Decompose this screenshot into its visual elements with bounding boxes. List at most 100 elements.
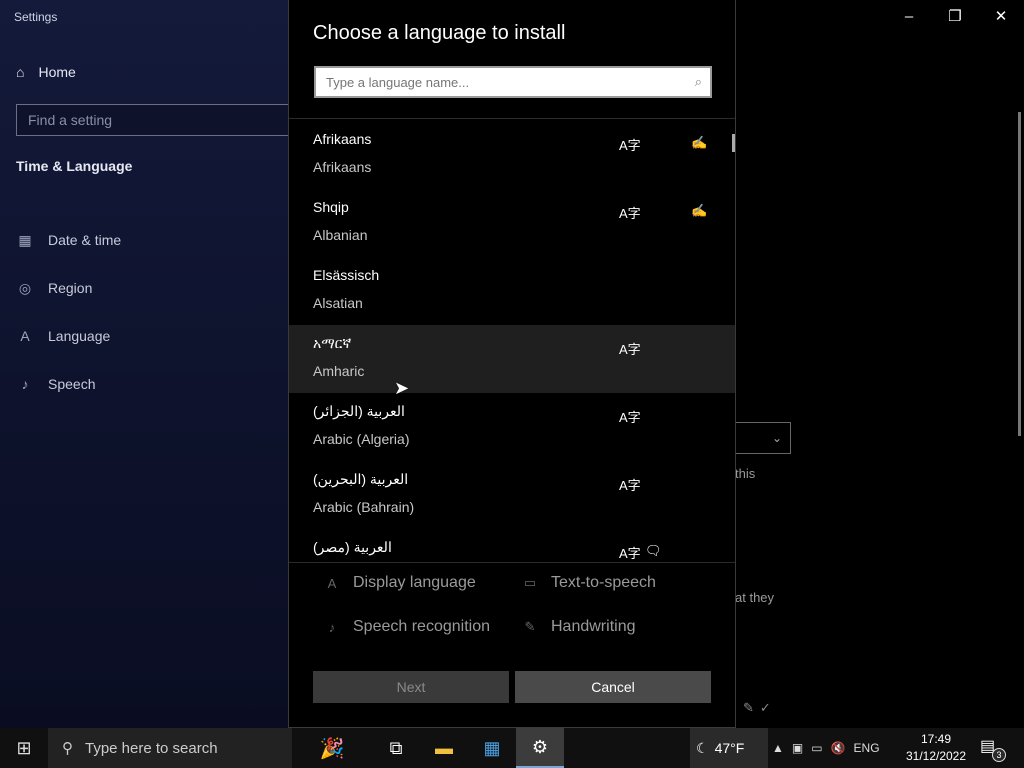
language-row[interactable]: Shqip Albanian A字 ✍ xyxy=(289,189,735,257)
divider xyxy=(289,562,735,563)
language-english-name: Arabic (Algeria) xyxy=(313,431,410,447)
nav-item-label: Region xyxy=(48,280,93,296)
language-icon: A xyxy=(20,328,30,344)
legend-label: Text-to-speech xyxy=(551,574,656,591)
volume-muted-icon[interactable]: 🔇 xyxy=(831,741,846,755)
language-search-box[interactable]: ⌕ xyxy=(314,66,712,98)
text-to-speech-icon: 🗨 xyxy=(645,543,662,558)
weather-moon-icon: ☾ xyxy=(696,739,709,756)
language-english-name: Alsatian xyxy=(313,295,363,311)
language-native-name: Afrikaans xyxy=(313,131,372,147)
legend-label: Display language xyxy=(353,574,476,591)
gear-icon: ⚙ xyxy=(531,736,549,757)
nav-item-label: Date & time xyxy=(48,232,122,248)
folder-icon: ▬ xyxy=(435,737,453,758)
nav-item-region[interactable]: ◎ Region xyxy=(16,264,121,312)
settings-scrollbar[interactable] xyxy=(1018,112,1021,436)
dialog-title: Choose a language to install xyxy=(313,22,566,44)
language-row[interactable]: አማርኛ Amharic A字 xyxy=(289,325,735,393)
chevron-up-icon[interactable]: ▲ xyxy=(772,741,784,755)
language-search-input[interactable] xyxy=(326,74,656,90)
temperature: 47°F xyxy=(714,740,745,756)
language-native-name: Shqip xyxy=(313,199,349,215)
language-row[interactable]: Afrikaans Afrikaans A字 ✍ xyxy=(289,121,735,189)
nav-item-language[interactable]: A Language xyxy=(16,312,121,360)
handwriting-icon: ✍ xyxy=(691,203,708,218)
language-english-name: Amharic xyxy=(313,363,365,379)
background-dropdown[interactable]: ⌄ xyxy=(735,422,791,454)
language-row[interactable]: العربية (البحرين) Arabic (Bahrain) A字 xyxy=(289,461,735,529)
meet-now-icon[interactable]: ▣ xyxy=(792,741,803,755)
display-language-icon: A xyxy=(327,575,337,591)
nav-item-date-time[interactable]: ▦ Date & time xyxy=(16,216,121,264)
notification-count: 3 xyxy=(992,748,1006,762)
close-button[interactable]: ✕ xyxy=(978,0,1024,32)
input-language[interactable]: ENG xyxy=(854,741,880,755)
language-english-name: Albanian xyxy=(313,227,368,243)
settings-app-button[interactable]: ⚙ xyxy=(516,728,564,768)
search-icon[interactable]: ⌕ xyxy=(695,74,702,90)
network-icon[interactable]: ▭ xyxy=(811,741,822,755)
language-native-name: العربية (مصر) xyxy=(313,539,392,555)
display-language-icon: A字 xyxy=(619,138,641,153)
section-title: Time & Language xyxy=(16,158,133,174)
find-setting-input[interactable]: Find a setting xyxy=(16,104,292,136)
file-explorer-button[interactable]: ▬ xyxy=(420,728,468,768)
clock-time: 17:49 xyxy=(920,732,952,746)
background-text: this xyxy=(735,466,756,481)
clock[interactable]: 17:49 31/12/2022 xyxy=(900,731,972,765)
taskbar: ⊞ ⚲ Type here to search 🎉 ⧉ ▬ ▦ ⚙ ☾ 47°F… xyxy=(0,728,1024,768)
search-icon: ⚲ xyxy=(62,740,73,757)
cancel-button[interactable]: Cancel xyxy=(515,671,711,703)
legend-speech-recognition: ♪ Speech recognition xyxy=(325,618,490,636)
start-icon: ⊞ xyxy=(16,737,32,758)
display-language-icon: A字 xyxy=(619,410,641,425)
nav-home-label: Home xyxy=(38,64,76,80)
divider xyxy=(289,118,735,119)
nav-list: ▦ Date & time ◎ Region A Language ♪ Spee… xyxy=(16,216,121,408)
calendar-clock-icon: ▦ xyxy=(18,231,32,248)
text-to-speech-icon: ▭ xyxy=(523,575,537,590)
microphone-icon: ♪ xyxy=(328,619,336,635)
display-language-icon: A字 xyxy=(619,206,641,221)
minimize-button[interactable]: – xyxy=(886,0,932,32)
chevron-down-icon: ⌄ xyxy=(771,431,782,445)
language-native-name: Elsässisch xyxy=(313,267,380,283)
display-language-icon: A字 xyxy=(619,478,641,493)
language-native-name: العربية (الجزائر) xyxy=(313,403,405,419)
language-row[interactable]: Elsässisch Alsatian xyxy=(289,257,735,325)
legend-display-language: A Display language xyxy=(325,574,476,592)
restore-button[interactable]: ❐ xyxy=(932,0,978,32)
handwriting-icon: ✍ xyxy=(691,135,708,150)
start-button[interactable]: ⊞ xyxy=(0,728,48,768)
task-view-button[interactable]: ⧉ xyxy=(372,728,420,768)
display-language-icon: A字 xyxy=(619,546,641,561)
mouse-cursor-icon: ➤ xyxy=(394,378,410,398)
clock-date: 31/12/2022 xyxy=(905,749,967,763)
nav-item-speech[interactable]: ♪ Speech xyxy=(16,360,121,408)
handwriting-icon: ✎ xyxy=(524,619,536,634)
window-controls: – ❐ ✕ xyxy=(886,0,1024,32)
home-icon: ⌂ xyxy=(16,64,25,80)
language-row[interactable]: العربية (مصر) A字 🗨 xyxy=(289,529,735,561)
settings-sidebar: Settings ⌂ Home Find a setting Time & La… xyxy=(0,0,292,728)
next-button[interactable]: Next xyxy=(313,671,509,703)
system-tray: ▲ ▣ ▭ 🔇 ENG xyxy=(772,728,880,768)
language-row[interactable]: العربية (الجزائر) Arabic (Algeria) A字 xyxy=(289,393,735,461)
background-feature-icons: ✎✓ xyxy=(743,700,777,715)
language-native-name: አማርኛ xyxy=(313,335,352,351)
legend-handwriting: ✎ Handwriting xyxy=(523,618,636,636)
search-highlight-icon[interactable]: 🎉 xyxy=(292,728,372,768)
nav-home[interactable]: ⌂ Home xyxy=(16,64,76,80)
language-list-scrollbar[interactable] xyxy=(732,134,735,152)
nav-item-label: Speech xyxy=(48,376,96,392)
nav-item-label: Language xyxy=(48,328,111,344)
weather-widget[interactable]: ☾ 47°F xyxy=(690,728,768,768)
store-icon: ▦ xyxy=(483,737,501,758)
taskbar-search-placeholder: Type here to search xyxy=(85,739,218,757)
globe-icon: ◎ xyxy=(18,279,32,296)
taskbar-search[interactable]: ⚲ Type here to search xyxy=(48,728,292,768)
store-button[interactable]: ▦ xyxy=(468,728,516,768)
language-english-name: Arabic (Bahrain) xyxy=(313,499,415,515)
language-native-name: العربية (البحرين) xyxy=(313,471,409,487)
